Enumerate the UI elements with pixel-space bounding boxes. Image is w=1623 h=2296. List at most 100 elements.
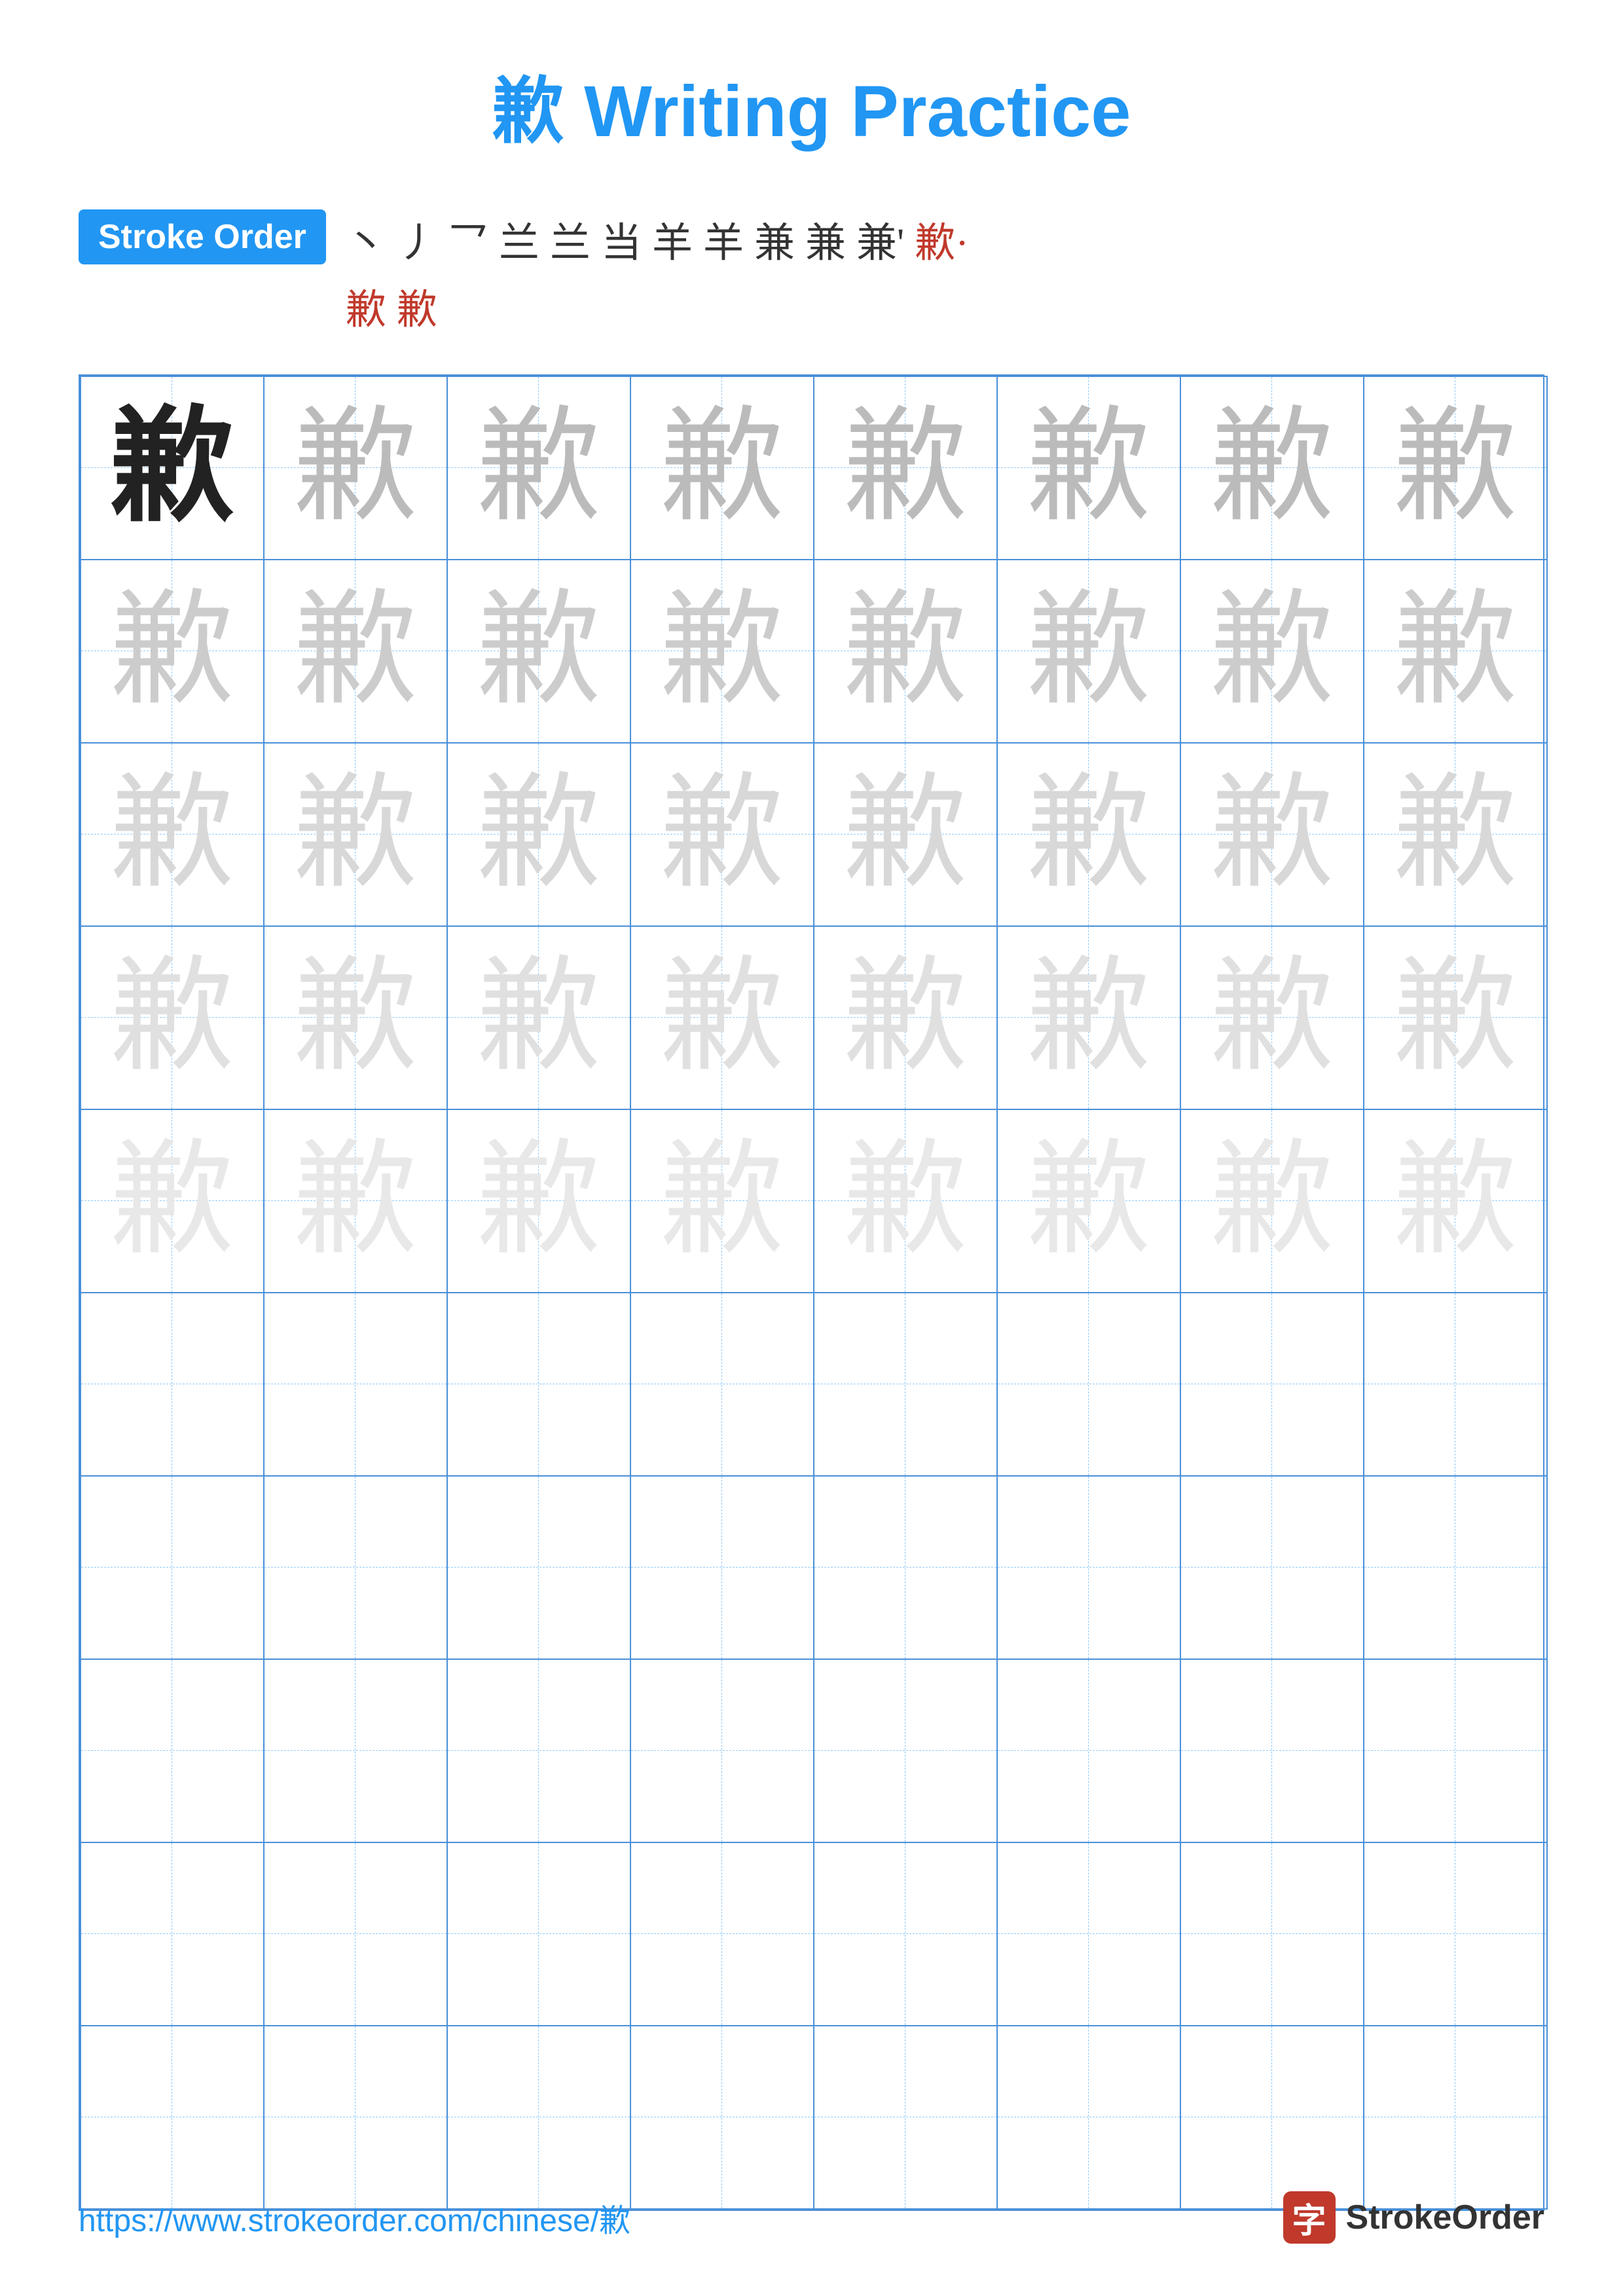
table-row <box>81 1476 1547 1659</box>
grid-cell: 歉 <box>1364 743 1547 926</box>
grid-cell: 歉 <box>630 376 814 560</box>
practice-char: 歉 <box>293 399 418 537</box>
practice-char: 歉 <box>1027 1132 1151 1270</box>
practice-char: 歉 <box>293 766 418 903</box>
grid-cell <box>264 1842 447 2026</box>
grid-cell: 歉 <box>630 743 814 926</box>
practice-char: 歉 <box>843 399 968 537</box>
grid-cell <box>81 1293 264 1476</box>
stroke-10: 兼 <box>805 209 846 268</box>
grid-cell <box>1180 1476 1364 1659</box>
grid-cell <box>814 1476 997 1659</box>
stroke-9: 兼 <box>754 209 795 268</box>
grid-cell <box>447 1659 630 1842</box>
practice-char: 歉 <box>660 949 784 1086</box>
grid-cell: 歉 <box>264 743 447 926</box>
grid-cell <box>447 1842 630 2026</box>
table-row: 歉 歉 歉 歉 歉 歉 歉 歉 <box>81 743 1547 926</box>
grid-cell: 歉 <box>997 926 1180 1109</box>
practice-char: 歉 <box>110 766 234 903</box>
grid-cell: 歉 <box>814 560 997 743</box>
practice-char: 歉 <box>110 399 234 537</box>
grid-cell <box>997 1659 1180 1842</box>
grid-cell <box>1364 1659 1547 1842</box>
grid-cell <box>1364 1476 1547 1659</box>
table-row: 歉 歉 歉 歉 歉 歉 歉 歉 <box>81 560 1547 743</box>
practice-char: 歉 <box>1027 583 1151 720</box>
grid-table: 歉 歉 歉 歉 歉 歉 歉 歉 歉 歉 歉 歉 歉 歉 歉 歉 歉 歉 歉 歉 … <box>80 376 1548 2210</box>
grid-cell <box>1180 1293 1364 1476</box>
grid-cell: 歉 <box>1180 1109 1364 1293</box>
practice-char: 歉 <box>1393 1132 1518 1270</box>
table-row: 歉 歉 歉 歉 歉 歉 歉 歉 <box>81 926 1547 1109</box>
practice-char: 歉 <box>1393 583 1518 720</box>
practice-char: 歉 <box>293 583 418 720</box>
grid-cell: 歉 <box>264 376 447 560</box>
strokeorder-logo-icon: 字 <box>1283 2191 1336 2244</box>
footer-url[interactable]: https://www.strokeorder.com/chinese/歉 <box>79 2195 630 2240</box>
grid-cell: 歉 <box>814 1109 997 1293</box>
table-row <box>81 1842 1547 2026</box>
grid-cell <box>1180 1659 1364 1842</box>
practice-char: 歉 <box>1210 399 1334 537</box>
practice-char: 歉 <box>843 583 968 720</box>
practice-char: 歉 <box>1210 949 1334 1086</box>
footer-logo-text: StrokeOrder <box>1346 2198 1544 2237</box>
stroke-13: 歉 <box>346 276 386 335</box>
grid-cell: 歉 <box>997 1109 1180 1293</box>
grid-cell: 歉 <box>1364 560 1547 743</box>
grid-cell: 歉 <box>1364 926 1547 1109</box>
grid-cell <box>447 1293 630 1476</box>
practice-char: 歉 <box>843 766 968 903</box>
practice-char: 歉 <box>660 1132 784 1270</box>
grid-cell <box>814 1659 997 1842</box>
practice-char: 歉 <box>1210 1132 1334 1270</box>
practice-char: 歉 <box>1393 766 1518 903</box>
grid-cell <box>997 1842 1180 2026</box>
practice-char: 歉 <box>660 399 784 537</box>
table-row: 歉 歉 歉 歉 歉 歉 歉 歉 <box>81 376 1547 560</box>
practice-char: 歉 <box>293 949 418 1086</box>
grid-cell <box>630 1842 814 2026</box>
grid-cell: 歉 <box>814 926 997 1109</box>
grid-cell <box>1364 2026 1547 2209</box>
grid-cell <box>814 1842 997 2026</box>
grid-cell: 歉 <box>264 1109 447 1293</box>
practice-char: 歉 <box>660 766 784 903</box>
stroke-7: 羊 <box>652 209 693 268</box>
practice-char: 歉 <box>110 583 234 720</box>
page-title: 歉 Writing Practice <box>79 52 1544 157</box>
stroke-6: 当 <box>601 209 642 268</box>
grid-cell <box>630 1659 814 1842</box>
grid-cell <box>264 1293 447 1476</box>
stroke-order-badge: Stroke Order <box>79 209 326 264</box>
practice-char: 歉 <box>477 766 601 903</box>
grid-cell <box>814 1293 997 1476</box>
grid-cell: 歉 <box>1364 376 1547 560</box>
grid-cell: 歉 <box>447 376 630 560</box>
grid-cell <box>630 1476 814 1659</box>
practice-char: 歉 <box>110 949 234 1086</box>
footer-logo: 字 StrokeOrder <box>1283 2191 1544 2244</box>
practice-char: 歉 <box>110 1132 234 1270</box>
practice-char: 歉 <box>1027 949 1151 1086</box>
practice-char: 歉 <box>1027 766 1151 903</box>
practice-char: 歉 <box>477 583 601 720</box>
grid-cell: 歉 <box>447 1109 630 1293</box>
grid-cell <box>997 1476 1180 1659</box>
table-row <box>81 1293 1547 1476</box>
grid-cell <box>1364 1293 1547 1476</box>
grid-cell <box>630 1293 814 1476</box>
grid-cell: 歉 <box>630 560 814 743</box>
grid-cell: 歉 <box>630 926 814 1109</box>
practice-char: 歉 <box>1393 399 1518 537</box>
grid-cell: 歉 <box>81 560 264 743</box>
grid-cell: 歉 <box>264 926 447 1109</box>
grid-cell: 歉 <box>81 926 264 1109</box>
stroke-11: 兼' <box>856 209 904 268</box>
grid-cell <box>264 2026 447 2209</box>
grid-cell <box>447 2026 630 2209</box>
practice-char: 歉 <box>293 1132 418 1270</box>
grid-cell: 歉 <box>447 743 630 926</box>
title-label: Writing Practice <box>584 71 1131 152</box>
